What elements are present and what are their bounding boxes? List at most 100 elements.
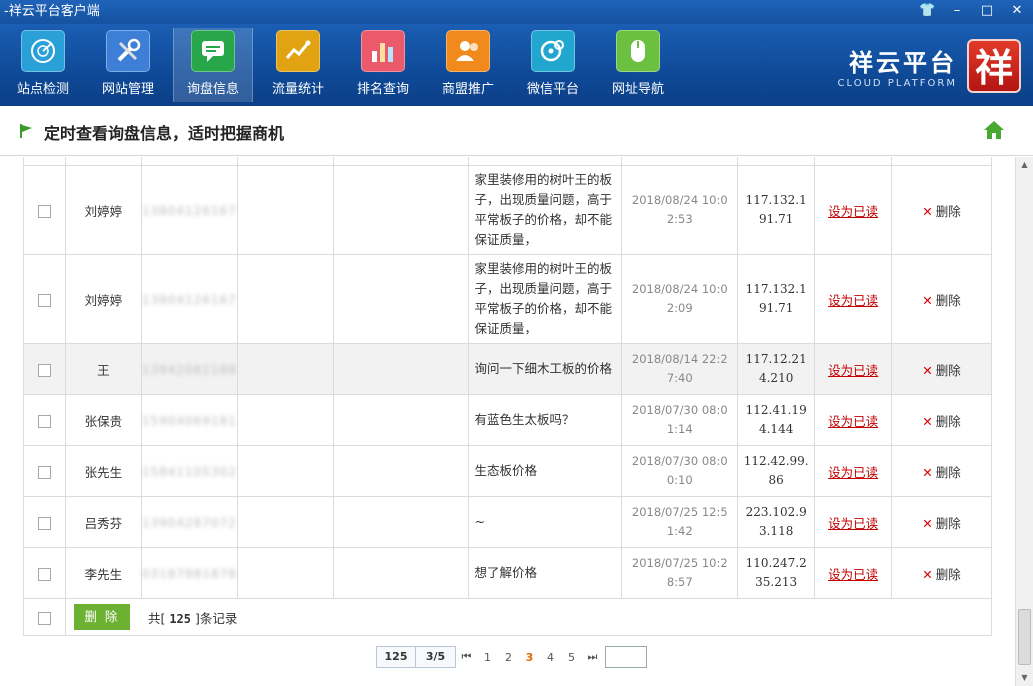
delete-link[interactable]: ✕ 删除 [922,516,961,531]
empty-cell [236,445,334,497]
tool-label: 商盟推广 [441,82,494,97]
users-icon [446,30,490,72]
empty-cell [236,394,334,446]
page-link[interactable]: 2 [498,651,519,664]
skin-icon[interactable]: 👕 [919,2,935,20]
page-jump-input[interactable] [605,646,647,668]
scroll-down-icon[interactable]: ▼ [1016,670,1033,686]
delete-link[interactable]: ✕ 删除 [922,293,961,308]
mark-read-link[interactable]: 设为已读 [828,567,878,582]
table-row-partial [23,157,992,166]
delete-link[interactable]: ✕ 删除 [922,567,961,582]
tool-inquiry[interactable]: 询盘信息 [173,28,253,102]
mark-read-link[interactable]: 设为已读 [828,363,878,378]
mark-read-link[interactable]: 设为已读 [828,293,878,308]
close-icon: ✕ [922,292,933,308]
inquiry-time: 2018/07/25 12:51:42 [621,496,739,548]
empty-cell [332,343,469,395]
contact-phone: 15841105302 [141,464,237,479]
delete-link[interactable]: ✕ 删除 [922,414,961,429]
table-row: 张保贵 15904069181 有蓝色生太板吗？ 2018/07/30 08:0… [23,394,992,446]
contact-phone: 15904069181 [141,413,237,428]
chat-icon [191,30,235,72]
empty-cell [236,254,334,344]
inquiry-table: 刘婷婷 13804126167 家里装修用的树叶王的板子，出现质量问题，高于平常… [23,157,993,636]
inquiry-message: 生态板价格 [467,445,623,497]
radar-icon [21,30,65,72]
tool-url-nav[interactable]: 网址导航 [598,28,678,102]
close-icon: ✕ [922,203,933,219]
tool-label: 排名查询 [356,82,409,97]
pager-page-of: 3/5 [416,646,456,668]
row-checkbox[interactable] [37,465,51,479]
tool-alliance[interactable]: 商盟推广 [428,28,508,102]
first-page-icon[interactable]: ⏮ [456,650,477,664]
minimize-button[interactable]: – [949,2,965,20]
mark-read-link[interactable]: 设为已读 [828,516,878,531]
page-link-current[interactable]: 3 [519,651,540,664]
empty-cell [236,343,334,395]
close-button[interactable]: ✕ [1009,2,1025,20]
inquiry-time: 2018/08/24 10:02:09 [621,254,739,344]
select-all-checkbox[interactable] [37,611,51,625]
table-row: 王 13942082188 询问一下细木工板的价格 2018/08/14 22:… [23,343,992,395]
page-link[interactable]: 5 [561,651,582,664]
contact-name: 李先生 [64,547,142,599]
inquiry-message: 家里装修用的树叶王的板子，出现质量问题，高于平常板子的价格，却不能保证质量， [467,165,623,255]
tool-ranking[interactable]: 排名查询 [343,28,423,102]
row-checkbox[interactable] [37,204,51,218]
empty-cell [236,547,334,599]
bar-chart-icon [361,30,405,72]
row-checkbox[interactable] [37,414,51,428]
inquiry-time: 2018/07/30 08:01:14 [621,394,739,446]
tool-traffic[interactable]: 流量统计 [258,28,338,102]
table-footer-row: 删 除 共[ 125 ]条记录 [23,598,993,636]
tool-site-check[interactable]: 站点检测 [3,28,83,102]
row-checkbox[interactable] [37,567,51,581]
brand-seal: 祥 [967,39,1021,93]
page-link[interactable]: 4 [540,651,561,664]
mark-read-link[interactable]: 设为已读 [828,465,878,480]
delete-link[interactable]: ✕ 删除 [922,204,961,219]
row-checkbox[interactable] [37,516,51,530]
inquiry-ip: 110.247.235.213 [737,547,816,599]
inquiry-ip: 117.132.191.71 [737,254,816,344]
brand-tagline: CLOUD PLATFORM [837,78,957,89]
table-row: 刘婷婷 13804126167 家里装修用的树叶王的板子，出现质量问题，高于平常… [23,165,992,255]
delete-link[interactable]: ✕ 删除 [922,465,961,480]
row-checkbox[interactable] [37,293,51,307]
tool-label: 询盘信息 [186,82,239,97]
page-link[interactable]: 1 [477,651,498,664]
brand-logo: 祥云平台 CLOUD PLATFORM 祥 [838,38,1021,94]
mark-read-link[interactable]: 设为已读 [828,204,878,219]
empty-cell [332,445,469,497]
page-header: 定时查看询盘信息，适时把握商机 [0,106,1033,156]
close-icon: ✕ [922,464,933,480]
bulk-delete-button[interactable]: 删 除 [73,604,130,630]
empty-cell [332,254,469,344]
pagination: 125 3/5 ⏮ 1 2 3 4 5 ⏭ [376,646,647,668]
contact-phone: 13804126167 [141,203,237,218]
main-toolbar: 站点检测 网站管理 询盘信息 流量统计 排名查询 商盟推广 微信平台 网址导航 … [0,24,1033,106]
table-row: 李先生 03187881878 想了解价格 2018/07/25 10:28:5… [23,547,992,599]
tool-site-manage[interactable]: 网站管理 [88,28,168,102]
inquiry-ip: 117.12.214.210 [737,343,816,395]
mark-read-link[interactable]: 设为已读 [828,414,878,429]
wrench-icon [106,30,150,72]
scroll-thumb[interactable] [1018,609,1031,665]
delete-link[interactable]: ✕ 删除 [922,363,961,378]
empty-cell [332,394,469,446]
vertical-scrollbar[interactable]: ▲ ▼ [1015,157,1033,686]
maximize-button[interactable]: □ [979,2,995,20]
page-title: 定时查看询盘信息，适时把握商机 [44,124,285,143]
last-page-icon[interactable]: ⏭ [582,650,603,664]
home-icon[interactable] [983,120,1005,140]
window-title: -祥云平台客户端 [4,4,100,19]
scroll-up-icon[interactable]: ▲ [1016,157,1033,173]
mouse-icon [616,30,660,72]
row-checkbox[interactable] [37,363,51,377]
record-count: 共[ 125 ]条记录 [147,610,238,626]
contact-name: 刘婷婷 [64,254,142,344]
pager-total: 125 [376,646,416,668]
tool-wechat[interactable]: 微信平台 [513,28,593,102]
